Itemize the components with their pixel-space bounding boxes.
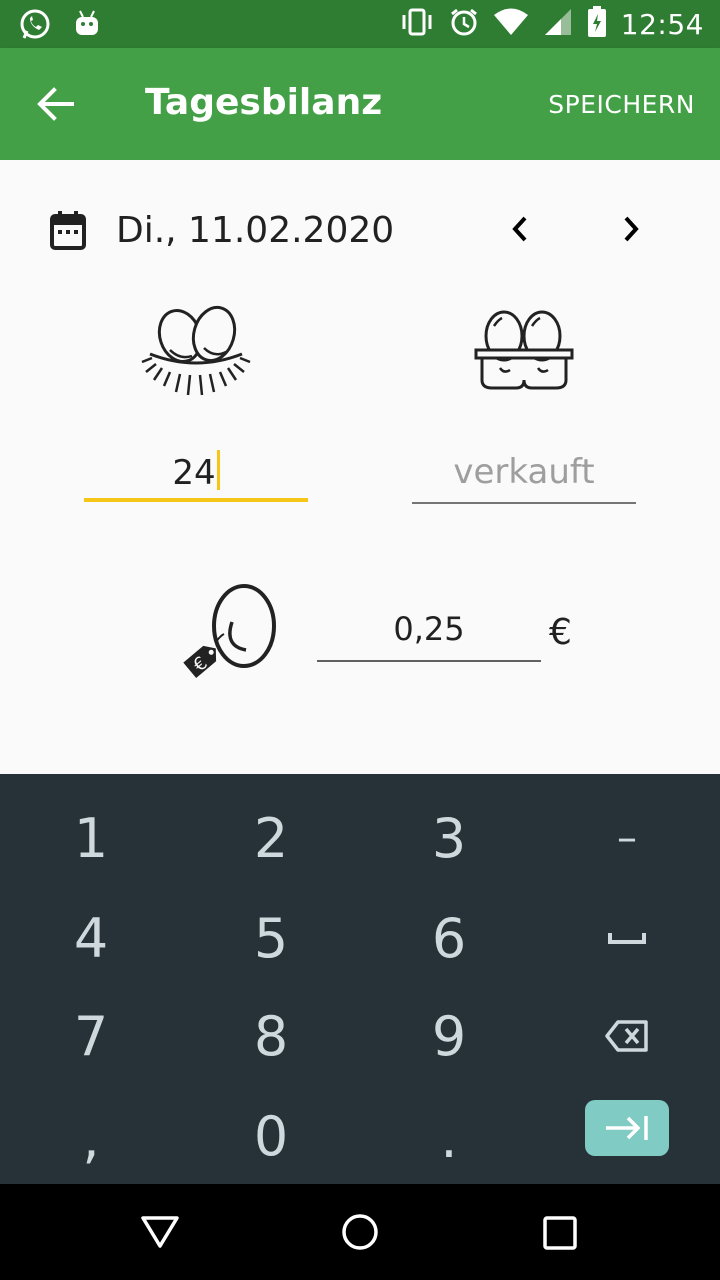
numeric-keyboard: 1 2 3 – 4 5 6 7 8 9 , 0 .: [0, 774, 720, 1184]
eggs-sold-input[interactable]: verkauft: [412, 452, 636, 504]
recents-square-icon[interactable]: [542, 1212, 578, 1256]
text-cursor: [216, 450, 220, 490]
price-per-egg-input[interactable]: 0,25: [317, 610, 541, 662]
key-3[interactable]: 3: [360, 788, 538, 888]
space-key[interactable]: [538, 888, 716, 988]
navigation-bar: [0, 1184, 720, 1280]
app-bar: Tagesbilanz SPEICHERN: [0, 48, 720, 160]
tab-arrow-icon: [606, 1116, 648, 1140]
key-2[interactable]: 2: [182, 788, 360, 888]
egg-carton-icon: [472, 308, 576, 396]
key-9[interactable]: 9: [360, 986, 538, 1086]
page-title: Tagesbilanz: [145, 82, 383, 123]
key-comma[interactable]: ,: [2, 1088, 180, 1188]
chevron-right-icon[interactable]: [616, 212, 646, 246]
key-5[interactable]: 5: [182, 888, 360, 988]
egg-nest-icon: [140, 300, 252, 404]
key-7[interactable]: 7: [2, 986, 180, 1086]
eggs-sold-placeholder: verkauft: [453, 452, 595, 492]
selected-date[interactable]: Di., 11.02.2020: [116, 210, 394, 251]
egg-price-tag-icon: €: [178, 580, 278, 684]
price-value: 0,25: [393, 610, 465, 648]
backspace-key[interactable]: [538, 986, 716, 1086]
battery-charging-icon: [587, 6, 607, 42]
key-8[interactable]: 8: [182, 986, 360, 1086]
key-4[interactable]: 4: [2, 888, 180, 988]
key-1[interactable]: 1: [2, 788, 180, 888]
space-bar-icon: [608, 933, 646, 944]
chevron-left-icon[interactable]: [505, 212, 535, 246]
signal-icon: [543, 7, 573, 41]
save-button[interactable]: SPEICHERN: [548, 90, 695, 119]
tab-next-key[interactable]: [585, 1100, 669, 1156]
calendar-icon[interactable]: [50, 210, 86, 254]
wifi-icon: [493, 7, 529, 41]
eggs-laid-value: 24: [172, 453, 216, 493]
back-triangle-icon[interactable]: [140, 1212, 180, 1256]
arrow-back-icon[interactable]: [34, 84, 78, 124]
home-circle-icon[interactable]: [340, 1212, 380, 1256]
daily-balance-form: Di., 11.02.2020 24 verkauft € 0,25 €: [0, 160, 720, 774]
android-icon: [72, 7, 102, 45]
whatsapp-icon: [18, 7, 52, 45]
vibrate-icon: [399, 7, 435, 41]
currency-label: €: [549, 612, 572, 653]
key-6[interactable]: 6: [360, 888, 538, 988]
key-minus[interactable]: –: [538, 788, 716, 888]
status-bar: 12:54: [0, 0, 720, 48]
backspace-icon: [605, 1020, 648, 1052]
eggs-laid-input[interactable]: 24: [84, 450, 308, 502]
alarm-icon: [449, 7, 479, 41]
clock-time: 12:54: [620, 7, 704, 41]
key-period[interactable]: .: [360, 1088, 538, 1188]
key-0[interactable]: 0: [182, 1086, 360, 1186]
